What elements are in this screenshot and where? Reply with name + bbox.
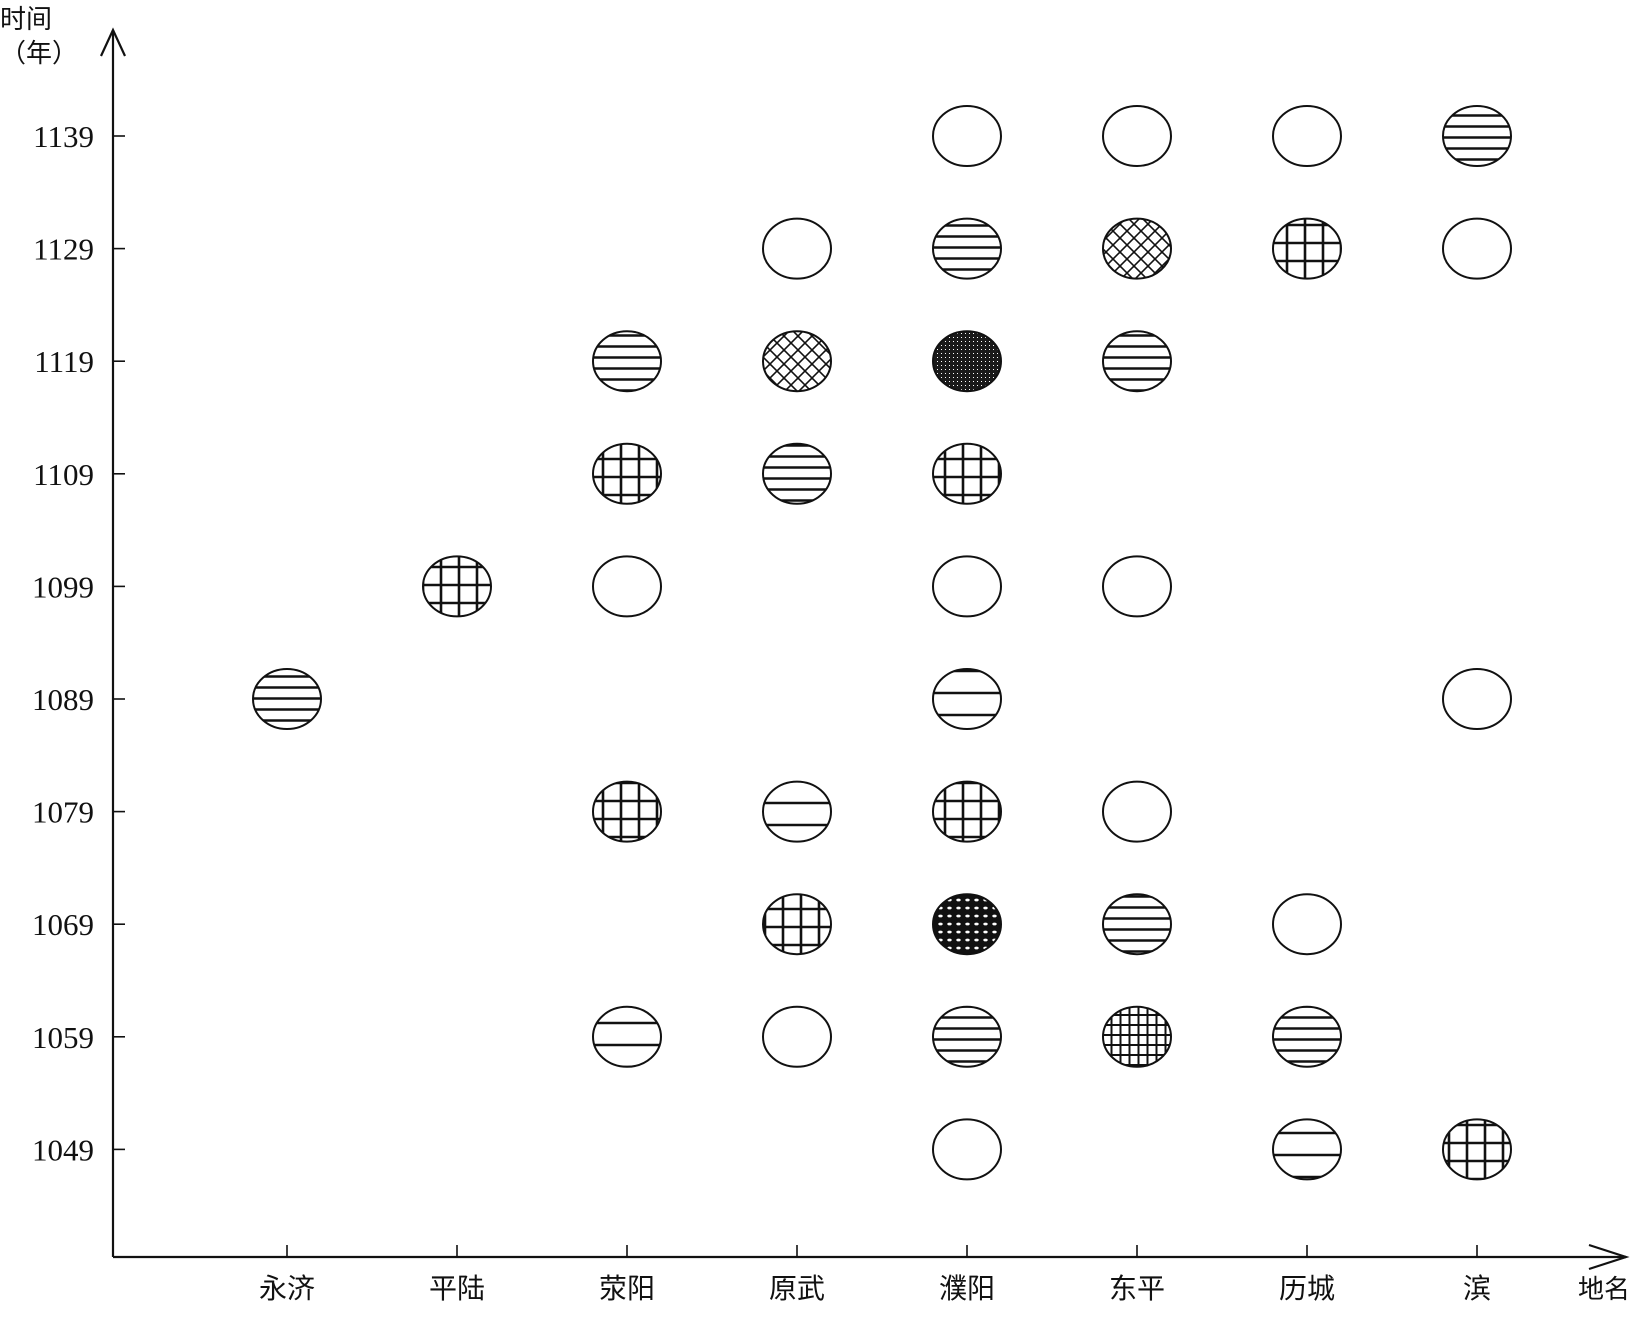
- x-ticks: 永济 平陆 荥阳 原武 濮阳 东平 历城 滨: [259, 1245, 1491, 1305]
- data-point-dots-dark: [932, 893, 1002, 956]
- data-point-empty: [1102, 105, 1172, 167]
- x-tick-label: 永济: [259, 1272, 315, 1305]
- data-point-horizontal-lines-sparse: [1272, 1118, 1342, 1181]
- y-tick-label: 1059: [32, 1020, 94, 1055]
- data-point-horizontal-lines-dense: [1272, 1005, 1342, 1068]
- data-point-crosshatch: [762, 330, 832, 393]
- data-point-horizontal-lines-dense: [252, 668, 322, 730]
- data-point-horizontal-lines-dense: [1102, 893, 1172, 956]
- x-tick-label: 平陆: [429, 1272, 485, 1305]
- data-point-grid: [932, 442, 1002, 505]
- data-point-horizontal-lines-sparse: [932, 668, 1002, 730]
- data-point-grid-dense: [1102, 1005, 1172, 1068]
- data-point-horizontal-lines-dense: [932, 217, 1002, 280]
- data-point-empty: [1102, 555, 1172, 618]
- x-tick-label: 东平: [1109, 1272, 1165, 1305]
- y-axis-title-line-1: 时间: [0, 5, 52, 35]
- y-tick-label: 1089: [32, 682, 94, 717]
- data-point-horizontal-lines-sparse: [762, 780, 832, 843]
- data-point-grid: [422, 555, 492, 618]
- data-point-empty: [592, 555, 662, 618]
- data-point-empty: [932, 105, 1002, 167]
- data-point-stipple-dark: [932, 330, 1002, 393]
- y-tick-label: 1139: [33, 119, 94, 154]
- data-point-empty: [932, 555, 1002, 618]
- y-tick-label: 1099: [32, 569, 94, 604]
- x-axis-title: 地名: [1578, 1275, 1630, 1305]
- data-point-empty: [1442, 217, 1512, 280]
- data-point-grid: [592, 442, 662, 505]
- data-point-horizontal-lines-dense: [592, 330, 662, 393]
- data-points: [252, 105, 1512, 1181]
- data-point-crosshatch: [1102, 217, 1172, 280]
- x-axis: [113, 1243, 1630, 1271]
- x-tick-label: 历城: [1279, 1272, 1335, 1305]
- y-tick-label: 1079: [32, 795, 94, 830]
- data-point-horizontal-lines-dense: [932, 1005, 1002, 1068]
- data-point-horizontal-lines-dense: [1442, 105, 1512, 167]
- data-point-empty: [932, 1118, 1002, 1181]
- data-point-grid: [1272, 217, 1342, 280]
- chart: 时间 （年） 地名 1139 1129 1119 1109 1099 1089 1079 10…: [0, 5, 1630, 1305]
- y-tick-label: 1129: [33, 232, 94, 267]
- y-axis: [100, 27, 126, 1257]
- x-tick-label: 濮阳: [939, 1272, 995, 1305]
- data-point-horizontal-lines-dense: [762, 442, 832, 505]
- y-tick-label: 1049: [32, 1132, 94, 1167]
- x-tick-label: 荥阳: [599, 1272, 655, 1305]
- data-point-empty: [1442, 668, 1512, 730]
- data-point-grid: [1442, 1118, 1512, 1181]
- y-tick-label: 1119: [34, 344, 94, 379]
- data-point-empty: [1272, 105, 1342, 167]
- data-point-grid: [592, 780, 662, 843]
- data-point-grid: [932, 780, 1002, 843]
- y-tick-label: 1069: [32, 907, 94, 942]
- y-ticks: 1139 1129 1119 1109 1099 1089 1079 1069 1059 1049: [32, 119, 125, 1167]
- data-point-empty: [1102, 780, 1172, 843]
- data-point-empty: [762, 1005, 832, 1068]
- data-point-horizontal-lines-dense: [1102, 330, 1172, 393]
- data-point-empty: [1272, 893, 1342, 956]
- data-point-horizontal-lines-sparse: [592, 1005, 662, 1068]
- data-point-grid: [762, 893, 832, 956]
- data-point-empty: [762, 217, 832, 280]
- x-tick-label: 滨: [1463, 1272, 1491, 1305]
- x-tick-label: 原武: [769, 1272, 825, 1305]
- y-axis-title-line-2: （年）: [0, 39, 78, 69]
- y-tick-label: 1109: [33, 457, 94, 492]
